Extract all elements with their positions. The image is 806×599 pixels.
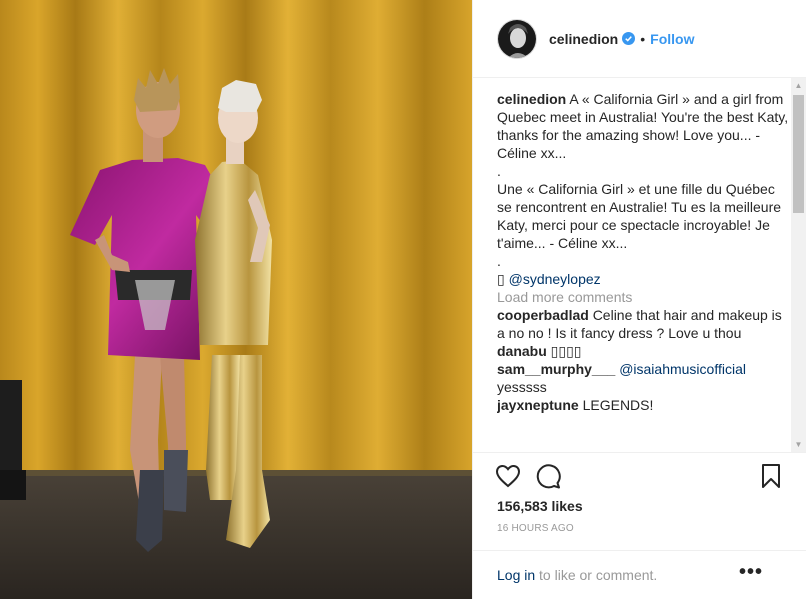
caption-french: Une « California Girl » et une fille du … (497, 181, 782, 251)
login-link[interactable]: Log in (497, 567, 535, 583)
comment-username[interactable]: cooperbadlad (497, 307, 589, 323)
comment-username[interactable]: jayxneptune (497, 397, 579, 413)
post-actions: 156,583 likes 16 HOURS AGO Log in to lik… (473, 452, 806, 599)
follow-button[interactable]: Follow (650, 31, 694, 47)
avatar-image (498, 19, 536, 58)
likes-count[interactable]: 156,583 likes (497, 498, 583, 514)
instagram-post: celinedion • Follow celinedion A « Calif… (0, 0, 806, 599)
scroll-thumb[interactable] (793, 95, 804, 213)
comment-text: LEGENDS! (582, 397, 654, 413)
caption-username[interactable]: celinedion (497, 91, 566, 107)
comment-username[interactable]: danabu (497, 343, 547, 359)
comment-username[interactable]: sam__murphy___ (497, 361, 615, 377)
comment-mention[interactable]: @isaiahmusicofficial (619, 361, 746, 377)
header-username[interactable]: celinedion (549, 31, 618, 47)
scroll-down-arrow-icon[interactable]: ▼ (791, 437, 806, 452)
credit-mention[interactable]: @sydneylopez (509, 271, 601, 287)
post-timestamp: 16 HOURS AGO (497, 523, 574, 534)
photo-illustration (0, 0, 472, 599)
comment-text: ▯▯▯▯ (550, 343, 582, 359)
more-options-icon[interactable]: ••• (739, 561, 763, 584)
caption-dot-2: . (497, 253, 501, 269)
comments-scrollbar[interactable]: ▲ ▼ (791, 78, 806, 452)
verified-badge-icon (622, 32, 636, 45)
comments-list[interactable]: celinedion A « California Girl » and a g… (497, 90, 789, 450)
post-photo[interactable] (0, 0, 472, 599)
comment-item: danabu ▯▯▯▯ (497, 342, 789, 360)
login-prompt: Log in to like or comment. (497, 567, 657, 583)
comment-item: sam__murphy___ @isaiahmusicofficial yesss… (497, 360, 789, 396)
bookmark-icon[interactable] (761, 463, 781, 489)
comment-item: jayxneptune LEGENDS! (497, 396, 789, 414)
header-separator: • (640, 30, 646, 47)
caption-credit: ▯ @sydneylopez (497, 270, 789, 288)
scroll-up-arrow-icon[interactable]: ▲ (791, 78, 806, 93)
comment-text: yesssss (497, 379, 547, 395)
heart-icon[interactable] (495, 464, 521, 488)
caption-dot-1: . (497, 163, 501, 179)
comment-icon[interactable] (535, 464, 561, 489)
post-header: celinedion • Follow (473, 0, 806, 78)
comment-item: cooperbadlad Celine that hair and makeup… (497, 306, 789, 342)
login-prompt-text: to like or comment. (535, 567, 658, 583)
login-row: Log in to like or comment. ••• (473, 550, 806, 599)
load-more-comments-button[interactable]: Load more comments (497, 288, 789, 306)
post-panel: celinedion • Follow celinedion A « Calif… (472, 0, 806, 599)
credit-icon: ▯ (497, 271, 505, 287)
caption-english: celinedion A « California Girl » and a g… (497, 90, 789, 162)
avatar[interactable] (497, 18, 537, 59)
